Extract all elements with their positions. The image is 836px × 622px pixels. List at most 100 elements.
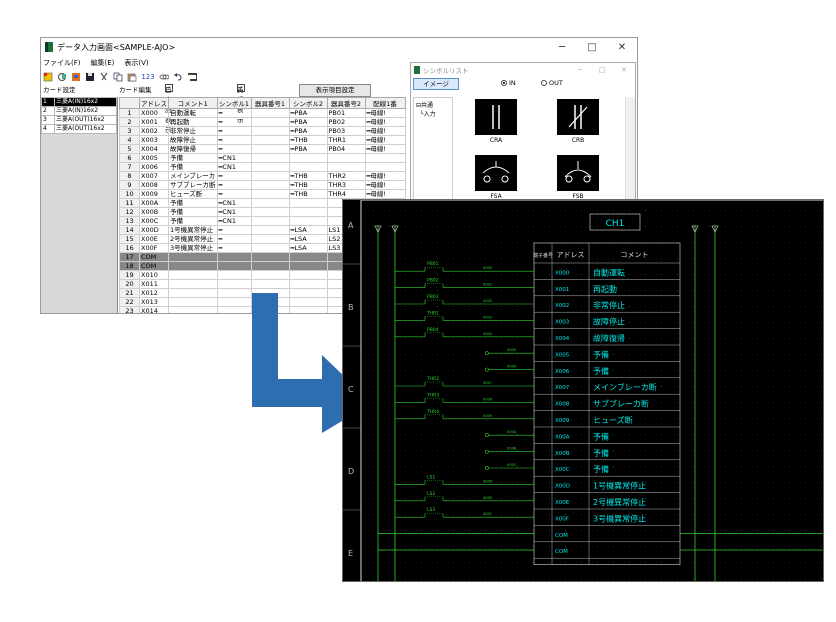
- table-cell[interactable]: [168, 279, 218, 289]
- table-cell[interactable]: X007: [139, 171, 169, 181]
- table-cell[interactable]: ━母線!: [364, 144, 406, 154]
- table-cell[interactable]: X004: [139, 144, 169, 154]
- table-cell[interactable]: X006: [139, 162, 169, 172]
- column-header[interactable]: コメント1: [168, 97, 218, 109]
- table-cell[interactable]: [250, 234, 290, 244]
- table-cell[interactable]: ━母線!: [364, 171, 406, 181]
- column-header[interactable]: 配線1番: [364, 97, 406, 109]
- table-cell[interactable]: [288, 162, 328, 172]
- table-row[interactable]: 3 X002 非常停止 ━ ━PBA PB03 ━母線!: [119, 126, 406, 136]
- table-cell[interactable]: [250, 216, 290, 226]
- radio-in[interactable]: IN: [501, 79, 516, 87]
- table-cell[interactable]: THR3: [326, 180, 366, 190]
- save-icon[interactable]: [85, 72, 95, 82]
- table-cell[interactable]: ━母線!: [364, 135, 406, 145]
- table-cell[interactable]: X005: [139, 153, 169, 163]
- menu-view[interactable]: 表示(V): [124, 58, 148, 68]
- table-cell[interactable]: X00C: [139, 216, 169, 226]
- table-cell[interactable]: ━PBA: [288, 126, 328, 136]
- table-row[interactable]: 4 X003 故障停止 ━ ━THB THR1 ━母線!: [119, 135, 406, 145]
- table-cell[interactable]: PB02: [326, 117, 366, 127]
- table-cell[interactable]: ━: [216, 243, 252, 253]
- table-cell[interactable]: ━THB: [288, 171, 328, 181]
- table-cell[interactable]: ━: [216, 135, 252, 145]
- undo-icon[interactable]: [173, 72, 183, 82]
- table-cell[interactable]: ━CN1: [216, 207, 252, 217]
- card-row[interactable]: 4 三菱A(OUT)16x2: [41, 124, 117, 134]
- table-cell[interactable]: [288, 216, 328, 226]
- menu-edit[interactable]: 編集(E): [91, 58, 115, 68]
- link-icon[interactable]: [159, 72, 169, 82]
- table-cell[interactable]: ━: [216, 225, 252, 235]
- table-cell[interactable]: 予備: [168, 216, 218, 226]
- symbol-fsb-icon[interactable]: [557, 155, 599, 191]
- table-cell[interactable]: X00F: [139, 243, 169, 253]
- new-icon[interactable]: [43, 72, 53, 82]
- table-cell[interactable]: ━母線!: [364, 189, 406, 199]
- table-cell[interactable]: [216, 306, 252, 313]
- table-cell[interactable]: [168, 297, 218, 307]
- column-header[interactable]: シンボル1: [216, 97, 252, 109]
- symbol-cra-icon[interactable]: [475, 99, 517, 135]
- table-row[interactable]: 5 X004 故障復帰 ━ ━PBA PB04 ━母線!: [119, 144, 406, 154]
- table-cell[interactable]: ━LSA: [288, 225, 328, 235]
- table-cell[interactable]: THR2: [326, 171, 366, 181]
- symbol-crb-icon[interactable]: [557, 99, 599, 135]
- table-cell[interactable]: [216, 279, 252, 289]
- table-cell[interactable]: X00A: [139, 198, 169, 208]
- column-header[interactable]: 器具番号2: [326, 97, 366, 109]
- table-cell[interactable]: ━母線!: [364, 180, 406, 190]
- display-settings-button[interactable]: 表示項目設定: [299, 84, 371, 97]
- minimize-button[interactable]: ─: [547, 42, 577, 53]
- paste2-icon[interactable]: [127, 72, 137, 82]
- table-cell[interactable]: X013: [139, 297, 169, 307]
- table-cell[interactable]: THR4: [326, 189, 366, 199]
- table-cell[interactable]: ━LSA: [288, 243, 328, 253]
- copy2-icon[interactable]: [113, 72, 123, 82]
- table-cell[interactable]: [250, 171, 290, 181]
- table-cell[interactable]: ━PBA: [288, 117, 328, 127]
- table-cell[interactable]: X008: [139, 180, 169, 190]
- symbol-fsa-icon[interactable]: [475, 155, 517, 191]
- tree-item-input[interactable]: └入力: [416, 109, 450, 118]
- table-cell[interactable]: [250, 261, 290, 271]
- table-cell[interactable]: ━THB: [288, 135, 328, 145]
- maximize-button[interactable]: □: [577, 42, 607, 53]
- table-cell[interactable]: [216, 252, 252, 262]
- close-button[interactable]: ✕: [607, 42, 637, 53]
- paste-icon[interactable]: [71, 72, 81, 82]
- card-row[interactable]: 2 三菱A(IN)16x2: [41, 106, 117, 116]
- column-header[interactable]: 器具番号1: [250, 97, 290, 109]
- table-cell[interactable]: [250, 225, 290, 235]
- table-cell[interactable]: X002: [139, 126, 169, 136]
- table-cell[interactable]: ━PBA: [288, 108, 328, 118]
- table-cell[interactable]: [250, 126, 290, 136]
- card-row[interactable]: 3 三菱A(OUT)16x2: [41, 115, 117, 125]
- table-cell[interactable]: PB03: [326, 126, 366, 136]
- table-cell[interactable]: X00E: [139, 234, 169, 244]
- maximize-button[interactable]: □: [591, 66, 613, 74]
- table-cell[interactable]: ━母線!: [364, 126, 406, 136]
- table-cell[interactable]: [168, 252, 218, 262]
- table-cell[interactable]: [250, 279, 290, 289]
- table-cell[interactable]: ━: [216, 180, 252, 190]
- table-cell[interactable]: X009: [139, 189, 169, 199]
- table-cell[interactable]: ━LSA: [288, 234, 328, 244]
- minimize-button[interactable]: ─: [569, 66, 591, 74]
- table-cell[interactable]: PB04: [326, 144, 366, 154]
- table-cell[interactable]: 自動運転: [168, 108, 218, 118]
- table-cell[interactable]: 3号機異常停止: [168, 243, 218, 253]
- table-cell[interactable]: [364, 153, 406, 163]
- table-row[interactable]: 1 X000 自動運転 ━ ━PBA PB01 ━母線!: [119, 108, 406, 118]
- table-cell[interactable]: X014: [139, 306, 169, 313]
- table-cell[interactable]: 故障復帰: [168, 144, 218, 154]
- table-cell[interactable]: ━CN1: [216, 198, 252, 208]
- table-cell[interactable]: 2号機異常停止: [168, 234, 218, 244]
- cut-icon[interactable]: [99, 72, 109, 82]
- table-cell[interactable]: ━THB: [288, 180, 328, 190]
- table-cell[interactable]: X000: [139, 108, 169, 118]
- table-cell[interactable]: X00D: [139, 225, 169, 235]
- table-cell[interactable]: ━: [216, 126, 252, 136]
- table-row[interactable]: 8 X007 メインブレーカ ━ ━THB THR2 ━母線!: [119, 171, 406, 181]
- table-cell[interactable]: [364, 162, 406, 172]
